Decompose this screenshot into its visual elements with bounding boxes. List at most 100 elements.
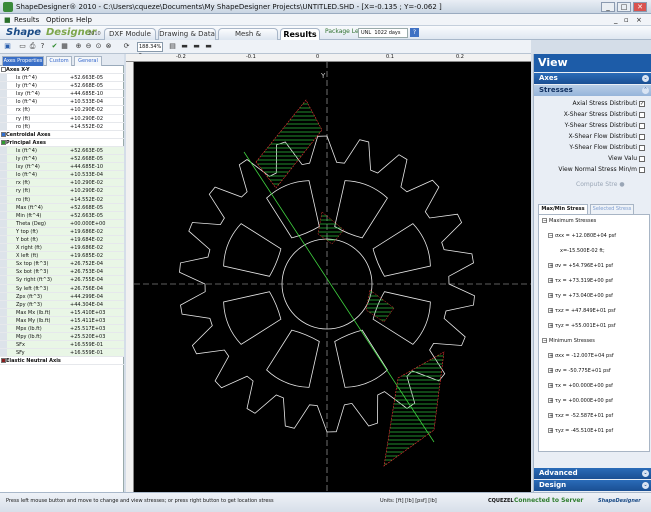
tree-group[interactable]: − Maximum Stresses <box>542 218 596 224</box>
expand-icon[interactable]: + <box>548 368 553 374</box>
stress-option[interactable]: X-Shear Flow Distributi <box>569 133 645 140</box>
stresses-section-header[interactable]: Stresses ⌃ <box>534 85 651 96</box>
mdi-minimize-icon[interactable]: _ <box>614 16 618 24</box>
collapse-icon[interactable]: − <box>548 233 553 239</box>
stress-option-checkbox[interactable] <box>639 133 645 140</box>
menu-results[interactable]: Results <box>14 16 39 24</box>
stress-option-checkbox[interactable]: ✓ <box>639 100 645 107</box>
property-group-header[interactable]: Elastic Neutral Axis <box>0 357 124 366</box>
expand-icon[interactable]: + <box>548 398 553 404</box>
stress-option[interactable]: Y-Shear Flow Distributi <box>569 144 645 151</box>
dash-icon-2[interactable]: ▬ <box>192 42 201 51</box>
expand-icon[interactable]: + <box>548 323 553 329</box>
expand-icon[interactable]: + <box>548 383 553 389</box>
stress-option[interactable]: View Valu <box>608 155 645 162</box>
tree-group[interactable]: − Minimum Stresses <box>542 338 595 344</box>
mdi-restore-icon[interactable]: ▫ <box>624 16 629 24</box>
refresh-icon[interactable]: ⟳ <box>122 42 131 51</box>
minimize-button[interactable]: _ <box>601 2 615 12</box>
grid-icon[interactable]: ▦ <box>60 42 69 51</box>
stress-option-checkbox[interactable] <box>639 166 645 173</box>
tree-item[interactable]: + τy = +73.040E+00 psf <box>548 293 613 299</box>
tree-item[interactable]: − σxx = +12.080E+04 psf <box>548 233 616 239</box>
property-group-header[interactable]: Axes X-Y <box>0 66 124 75</box>
expand-icon[interactable]: + <box>548 263 553 269</box>
tab-results[interactable]: Results <box>280 28 320 40</box>
stress-option[interactable]: Y-Shear Stress Distributi <box>565 122 645 129</box>
expand-icon[interactable]: + <box>548 278 553 284</box>
property-group-header[interactable]: Principal Axes <box>0 139 124 147</box>
expand-icon[interactable]: + <box>548 308 553 314</box>
monitor-icon[interactable]: ▭ <box>18 42 27 51</box>
menu-options[interactable]: Options <box>46 16 73 24</box>
maximize-button[interactable]: □ <box>617 2 631 12</box>
expand-icon[interactable]: + <box>548 428 553 434</box>
stress-option-checkbox[interactable] <box>639 111 645 118</box>
collapse-icon[interactable]: − <box>542 218 547 224</box>
property-group-header[interactable]: Centroidal Axes <box>0 131 124 139</box>
compute-stress-button[interactable]: Compute Stre ● <box>576 181 625 188</box>
stress-option-checkbox[interactable] <box>639 122 645 129</box>
save-icon[interactable]: ▣ <box>3 42 12 51</box>
stress-option-label: View Normal Stress Min/m <box>558 166 637 173</box>
tree-item[interactable]: + τyz = -45.510E+01 psf <box>548 428 613 434</box>
help-button[interactable]: ? <box>410 28 419 37</box>
tab-selected-stress[interactable]: Selected Stress <box>590 204 634 214</box>
advanced-section-header[interactable]: Advanced ⌄ <box>534 468 651 479</box>
zoom-select[interactable]: 188.34% ▾ <box>137 42 163 58</box>
collapse-icon[interactable]: − <box>542 338 547 344</box>
tree-item[interactable]: + τyz = +55.001E+01 psf <box>548 323 616 329</box>
property-value: +26.755E-04 <box>70 277 104 284</box>
stress-option-checkbox[interactable] <box>639 155 645 162</box>
zoom-out-icon[interactable]: ⊖ <box>84 42 93 51</box>
gear-section-view[interactable]: Y <box>134 62 531 492</box>
expand-icon[interactable]: + <box>548 353 553 359</box>
tree-item[interactable]: + τx = +73.319E+00 psf <box>548 278 613 284</box>
tree-item[interactable]: + σv = -50.775E+01 psf <box>548 368 611 374</box>
design-section-header[interactable]: Design ⌄ <box>534 480 651 491</box>
dash-icon-3[interactable]: ▬ <box>204 42 213 51</box>
stress-tree: − Maximum Stresses − σxx = +12.080E+04 psf x… <box>538 214 650 452</box>
stress-option-checkbox[interactable] <box>639 144 645 151</box>
tree-item[interactable]: + τxz = -52.587E+01 psf <box>548 413 613 419</box>
tree-item[interactable]: + σv = +54.796E+01 psf <box>548 263 613 269</box>
row-gutter <box>0 82 7 90</box>
property-value: +26.753E-04 <box>70 269 104 276</box>
tab-drawing-data[interactable]: Drawing & Data <box>158 28 216 40</box>
axes-section-header[interactable]: Axes ⌄ <box>534 73 651 84</box>
menu-help[interactable]: Help <box>76 16 92 24</box>
mdi-close-icon[interactable]: × <box>636 16 642 24</box>
tree-item[interactable]: + τxz = +47.849E+01 psf <box>548 308 616 314</box>
expand-icon[interactable]: + <box>548 413 553 419</box>
zoom-in-icon[interactable]: ⊕ <box>74 42 83 51</box>
row-gutter <box>0 300 7 308</box>
stress-option[interactable]: View Normal Stress Min/m <box>558 166 645 173</box>
tree-item[interactable]: + τy = +00.000E+00 psf <box>548 398 613 404</box>
tab-axes-properties[interactable]: Axes Properties <box>2 56 44 66</box>
help-icon[interactable]: ? <box>38 42 47 51</box>
zoom-fit-icon[interactable]: ⊙ <box>94 42 103 51</box>
expand-icon[interactable]: + <box>548 293 553 299</box>
tab-max-min-stress[interactable]: Max/Min Stress <box>538 204 588 214</box>
print-icon[interactable]: ⎙ <box>28 42 37 51</box>
close-button[interactable]: ✕ <box>633 2 647 12</box>
row-gutter <box>0 155 7 163</box>
tab-dxf-module[interactable]: DXF Module <box>104 28 156 40</box>
property-name: Mpy (lb.ft) <box>16 334 42 341</box>
tree-item-text: σv = -50.775E+01 psf <box>555 368 611 374</box>
tab-mesh-computing[interactable]: Mesh & Computing <box>218 28 278 49</box>
property-name: Zpx (ft^3) <box>16 293 43 300</box>
check-icon[interactable]: ✔ <box>50 42 59 51</box>
drawing-canvas[interactable]: -0.2 -0.1 0 0.1 0.2 Y <box>126 54 531 492</box>
tab-custom[interactable]: Custom <box>46 56 72 66</box>
fit-width-icon[interactable]: ▤ <box>168 42 177 51</box>
zoom-window-icon[interactable]: ⊗ <box>104 42 113 51</box>
stress-option[interactable]: Axial Stress Distributi ✓ <box>573 100 645 107</box>
tree-item[interactable]: x=-15.500E-02 ft; <box>560 248 605 254</box>
tab-general[interactable]: General <box>74 56 102 66</box>
tree-item[interactable]: + σxx = -12.007E+04 psf <box>548 353 614 359</box>
row-gutter <box>0 341 7 349</box>
tree-item[interactable]: + τx = +00.000E+00 psf <box>548 383 613 389</box>
stress-option[interactable]: X-Shear Stress Distributi <box>564 111 645 118</box>
dash-icon[interactable]: ▬ <box>180 42 189 51</box>
